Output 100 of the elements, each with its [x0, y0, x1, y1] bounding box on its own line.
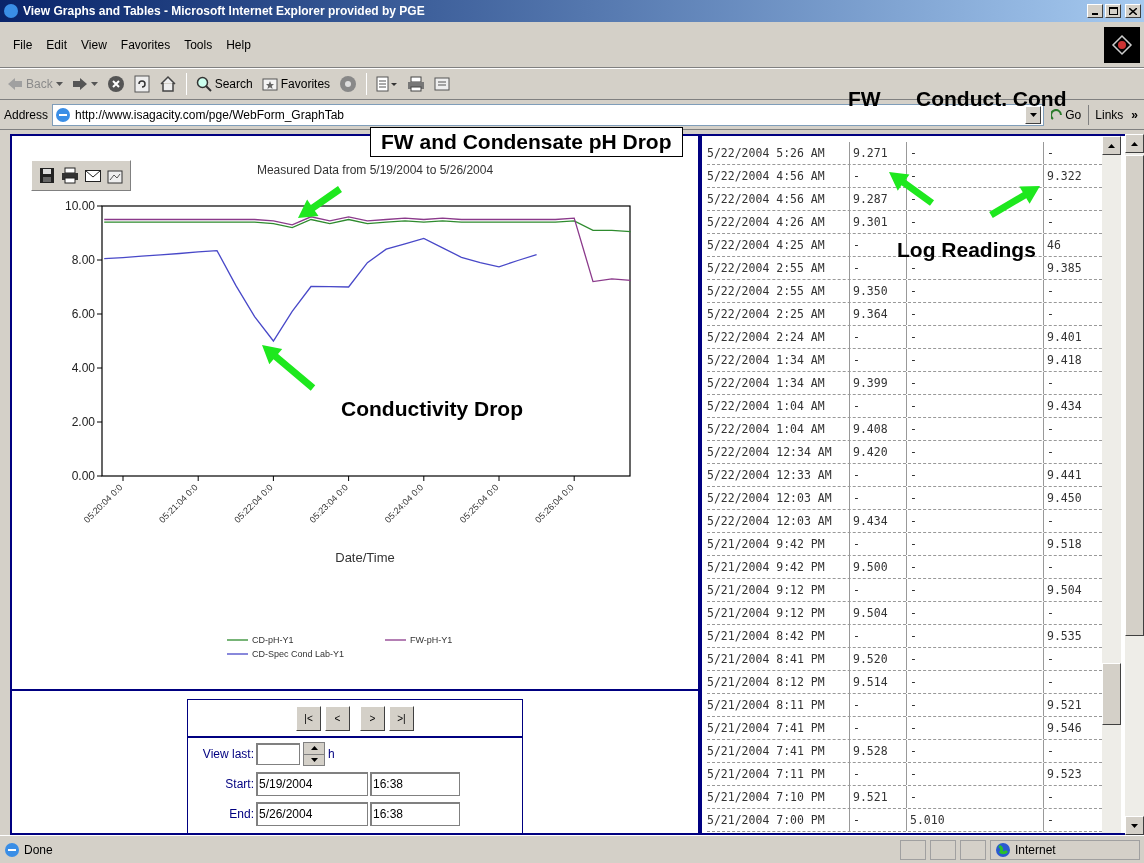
globe-icon	[995, 841, 1011, 858]
minimize-button[interactable]	[1087, 4, 1103, 18]
table-cell-text: 5/21/2004 9:12 PM	[707, 605, 826, 622]
hours-input[interactable]	[256, 743, 300, 765]
table-cell-text: 5/22/2004 12:33 AM	[707, 467, 833, 484]
y-tick-label: 2.00	[71, 415, 95, 429]
table-cell: 9.504	[1043, 579, 1099, 601]
navigation-button[interactable]: |<	[296, 705, 321, 731]
table-cell: -	[1043, 602, 1099, 624]
y-tick-label: 10.00	[64, 199, 95, 213]
table-cell: 9.322	[1043, 165, 1099, 187]
links-button[interactable]: Links	[1093, 105, 1126, 124]
table-cell: 9.504	[849, 602, 906, 624]
table-cell: -	[1043, 740, 1099, 762]
callout-box: FW and Condensate pH Drop	[370, 127, 683, 157]
table-cell: -	[1043, 786, 1099, 808]
search-button[interactable]: Search	[192, 72, 256, 96]
table-cell-text: 5/21/2004 7:10 PM	[707, 789, 826, 806]
table-cell: -	[906, 280, 1043, 302]
table-cell: -	[906, 510, 1043, 532]
table-cell: -	[1043, 441, 1099, 463]
table-cell-text: 5/22/2004 1:04 AM	[707, 421, 826, 438]
address-label: Address	[4, 106, 49, 124]
table-cell: -	[906, 533, 1043, 555]
table-cell: 9.514	[849, 671, 906, 693]
navigation-button[interactable]: <	[325, 705, 350, 731]
menu-item[interactable]: Tools	[179, 35, 218, 54]
field-label: End:	[228, 806, 255, 823]
mail-icon[interactable]	[85, 169, 101, 182]
navigation-button[interactable]: >	[360, 705, 385, 731]
table-cell-text: 5/22/2004 1:04 AM	[707, 398, 826, 415]
window-title: View Graphs and Tables - Microsoft Internet Explorer provided by PGE	[23, 3, 426, 20]
maximize-button[interactable]	[1105, 4, 1121, 18]
save-icon[interactable]	[39, 167, 55, 184]
forward-arrow-icon	[71, 77, 88, 91]
table-cell: -	[906, 303, 1043, 325]
browser-icon	[3, 3, 19, 19]
navigation-button[interactable]: >|	[389, 705, 414, 731]
table-cell: 9.450	[1043, 487, 1099, 509]
table-cell: -	[849, 257, 906, 279]
table-cell: -	[906, 602, 1043, 624]
table-cell: -	[849, 579, 906, 601]
table-cell-text: 5/21/2004 7:11 PM	[707, 766, 826, 783]
zone-label: Internet	[1015, 841, 1056, 859]
table-cell-text: 5/21/2004 9:42 PM	[707, 559, 826, 576]
scroll-thumb[interactable]	[1102, 663, 1121, 725]
table-cell: -	[906, 740, 1043, 762]
table-cell-text: 5/22/2004 4:26 AM	[707, 214, 826, 231]
y-tick-label: 0.00	[71, 469, 95, 483]
menu-item[interactable]: Help	[221, 35, 256, 54]
table-cell-text: 5/21/2004 9:12 PM	[707, 582, 826, 599]
star-folder-icon	[261, 76, 278, 92]
print-icon[interactable]	[61, 167, 79, 184]
y-tick-label: 4.00	[71, 361, 95, 375]
table-cell: -	[1043, 556, 1099, 578]
table-cell: -	[906, 464, 1043, 486]
table-cell: -	[849, 533, 906, 555]
date-field[interactable]: 5/19/2004	[256, 772, 368, 796]
favorites-button[interactable]: Favorites	[258, 72, 334, 96]
table-cell: 9.521	[1043, 694, 1099, 716]
spinner[interactable]	[303, 742, 325, 766]
legend-label: CD-pH-Y1	[252, 635, 294, 645]
table-cell: -	[906, 441, 1043, 463]
table-cell-text: 5/21/2004 8:42 PM	[707, 628, 826, 645]
time-field[interactable]: 16:38	[370, 802, 460, 826]
callout-arrow	[298, 186, 342, 218]
page-icon	[4, 841, 20, 858]
callout-arrow	[889, 172, 935, 206]
table-cell-text: 5/21/2004 7:41 PM	[707, 743, 826, 760]
table-cell: -	[906, 648, 1043, 670]
legend-label: CD-Spec Cond Lab-Y1	[252, 649, 345, 659]
table-cell-text: 5/22/2004 12:03 AM	[707, 513, 833, 530]
status-pane	[900, 839, 926, 860]
scroll-down-icon	[1131, 823, 1138, 828]
table-cell: -	[906, 487, 1043, 509]
time-field[interactable]: 16:38	[370, 772, 460, 796]
field-label: View last:	[201, 746, 255, 763]
menu-item[interactable]: View	[76, 35, 112, 54]
menu-item[interactable]: Edit	[41, 35, 73, 54]
media-icon	[339, 75, 358, 93]
table-cell: -	[906, 694, 1043, 716]
date-field[interactable]: 5/26/2004	[256, 802, 368, 826]
scroll-thumb[interactable]	[1125, 155, 1144, 636]
menu-item[interactable]: File	[8, 35, 38, 54]
picture-icon[interactable]	[107, 167, 123, 184]
table-cell: -	[1043, 303, 1099, 325]
status-pane	[930, 839, 956, 860]
annotation-label: Conductivity Drop	[341, 396, 523, 422]
table-cell: -	[1043, 809, 1099, 831]
table-cell: 9.523	[1043, 763, 1099, 785]
menu-item[interactable]: Favorites	[115, 35, 176, 54]
scroll-up-icon	[1108, 143, 1115, 148]
table-cell: -	[849, 464, 906, 486]
table-cell: 9.364	[849, 303, 906, 325]
close-button[interactable]	[1125, 4, 1141, 18]
table-cell: -	[1043, 372, 1099, 394]
table-cell-text: 5/21/2004 7:00 PM	[707, 812, 826, 829]
stop-icon	[106, 75, 125, 93]
table-cell: 46	[1043, 234, 1099, 256]
table-cell: -	[1043, 648, 1099, 670]
